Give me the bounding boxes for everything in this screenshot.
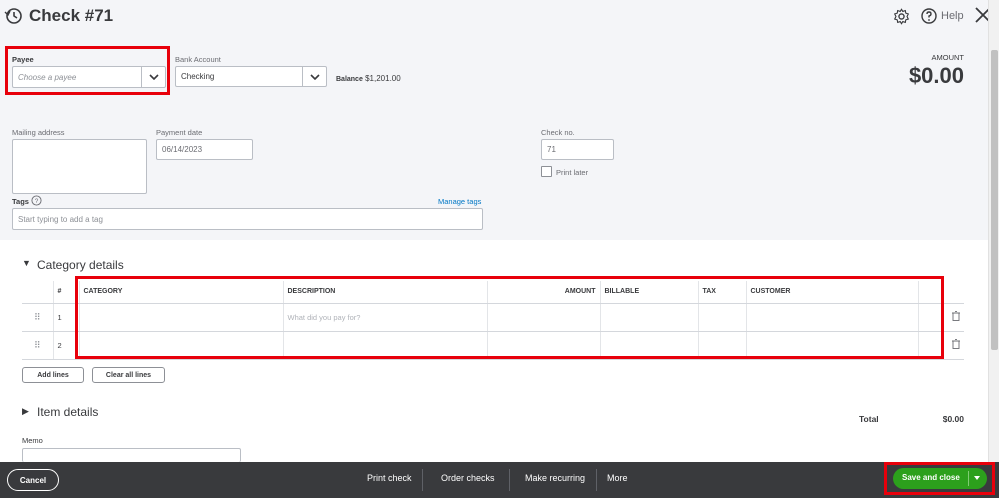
header-area xyxy=(0,0,988,240)
help-icon[interactable] xyxy=(921,8,937,24)
footer-bar: Cancel Print check Order checks Make rec… xyxy=(0,462,999,498)
footer-divider xyxy=(422,469,423,491)
memo-label: Memo xyxy=(22,436,43,445)
clear-all-lines-button[interactable]: Clear all lines xyxy=(92,367,165,383)
tags-placeholder: Start typing to add a tag xyxy=(18,214,103,224)
add-lines-button[interactable]: Add lines xyxy=(22,367,84,383)
order-checks-link[interactable]: Order checks xyxy=(441,473,495,483)
amount-label: AMOUNT xyxy=(931,53,965,62)
memo-field[interactable] xyxy=(22,448,241,462)
svg-text:?: ? xyxy=(35,198,39,205)
tags-input[interactable]: Start typing to add a tag xyxy=(12,208,483,230)
payment-date-label: Payment date xyxy=(156,128,203,137)
info-icon[interactable]: ? xyxy=(31,195,42,206)
check-no-field[interactable]: 71 xyxy=(541,139,614,160)
mailing-address-field[interactable] xyxy=(12,139,147,194)
drag-handle[interactable]: ⠿ xyxy=(22,331,54,360)
check-no-label: Check no. xyxy=(541,128,575,137)
print-later-checkbox[interactable] xyxy=(541,166,552,177)
bank-account-label: Bank Account xyxy=(175,55,221,64)
collapse-triangle-icon[interactable]: ▼ xyxy=(22,258,31,268)
scrollbar[interactable] xyxy=(988,0,999,462)
chevron-down-icon[interactable] xyxy=(302,67,326,86)
help-label[interactable]: Help xyxy=(941,10,964,22)
drag-handle[interactable]: ⠿ xyxy=(22,303,54,332)
footer-divider xyxy=(509,469,510,491)
recent-transactions-icon[interactable] xyxy=(4,6,24,26)
more-link[interactable]: More xyxy=(607,473,628,483)
make-recurring-link[interactable]: Make recurring xyxy=(525,473,585,483)
balance-value: $1,201.00 xyxy=(365,74,401,83)
manage-tags-link[interactable]: Manage tags xyxy=(438,197,481,206)
mailing-address-label: Mailing address xyxy=(12,128,65,137)
bank-account-value: Checking xyxy=(181,72,215,81)
drag-column-header xyxy=(22,281,54,304)
save-highlight-box xyxy=(884,462,995,495)
total-label: Total xyxy=(859,414,879,424)
tags-label: Tags xyxy=(12,197,29,206)
expand-triangle-icon[interactable]: ▶ xyxy=(22,406,29,417)
trash-icon[interactable] xyxy=(952,311,960,321)
trash-icon[interactable] xyxy=(952,339,960,349)
amount-value: $0.00 xyxy=(908,63,964,88)
cancel-button[interactable]: Cancel xyxy=(7,469,59,491)
balance-display: Balance $1,201.00 xyxy=(336,74,401,83)
print-later-label: Print later xyxy=(556,168,589,177)
page-title: Check #71 xyxy=(29,6,114,25)
balance-label: Balance xyxy=(336,76,363,83)
total-value: $0.00 xyxy=(942,414,964,424)
scrollbar-thumb[interactable] xyxy=(991,50,998,350)
category-details-title[interactable]: Category details xyxy=(37,258,124,272)
item-details-title[interactable]: Item details xyxy=(37,405,98,419)
payment-date-field[interactable]: 06/14/2023 xyxy=(156,139,253,160)
print-check-link[interactable]: Print check xyxy=(367,473,412,483)
payee-highlight-box xyxy=(5,46,170,95)
gear-icon[interactable] xyxy=(893,8,910,25)
payment-date-value: 06/14/2023 xyxy=(162,145,203,154)
footer-divider xyxy=(596,469,597,491)
table-highlight-box xyxy=(75,276,944,359)
bank-account-select[interactable]: Checking xyxy=(175,66,327,87)
check-no-value: 71 xyxy=(547,145,556,154)
